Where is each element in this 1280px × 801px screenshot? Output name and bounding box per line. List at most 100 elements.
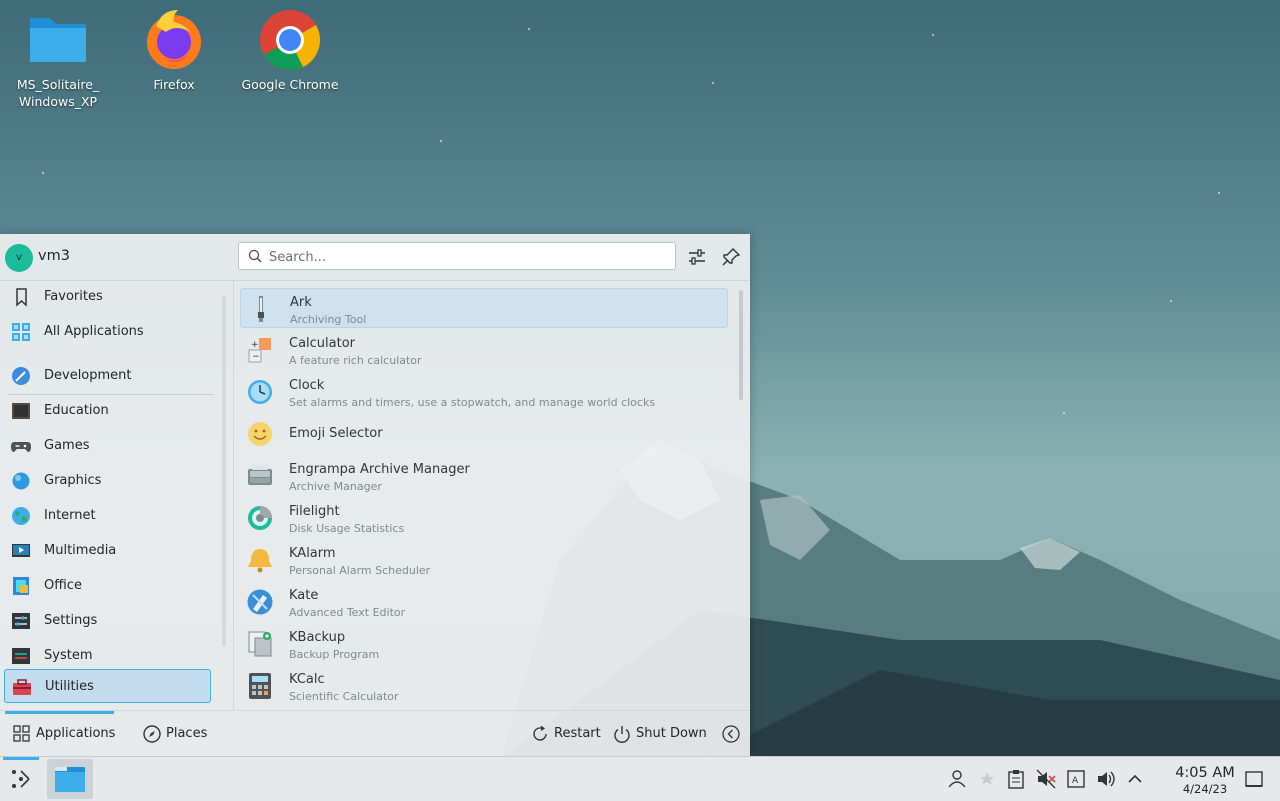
app-description: Personal Alarm Scheduler bbox=[289, 564, 431, 577]
task-file-manager[interactable] bbox=[47, 759, 93, 799]
file-manager-icon bbox=[55, 767, 85, 792]
desktop-icon-label: Google Chrome bbox=[241, 77, 339, 92]
app-name: Ark bbox=[290, 295, 312, 310]
app-name: Clock bbox=[289, 378, 325, 393]
development-icon bbox=[12, 367, 30, 385]
app-ark[interactable]: Ark Archiving Tool bbox=[240, 288, 728, 328]
category-office[interactable]: Office bbox=[4, 569, 211, 603]
app-kate[interactable]: Kate Advanced Text Editor bbox=[240, 582, 728, 622]
category-education[interactable]: Education bbox=[4, 394, 211, 428]
user-icon[interactable] bbox=[946, 768, 968, 790]
category-label: Internet bbox=[44, 508, 96, 523]
desktop-icon-solitaire[interactable]: MS_Solitaire_ Windows_XP bbox=[8, 8, 108, 110]
search-icon bbox=[248, 249, 262, 263]
category-favorites[interactable]: Favorites bbox=[4, 280, 211, 314]
grid-icon bbox=[12, 323, 30, 341]
folder-icon bbox=[30, 18, 86, 62]
desktop-icon-firefox[interactable]: Firefox bbox=[124, 8, 224, 93]
app-description: Archiving Tool bbox=[290, 313, 367, 326]
app-kalarm[interactable]: KAlarm Personal Alarm Scheduler bbox=[240, 540, 728, 580]
app-description: Archive Manager bbox=[289, 480, 382, 493]
leave-more-icon[interactable] bbox=[721, 724, 741, 744]
app-description: Set alarms and timers, use a stopwatch, … bbox=[289, 396, 656, 409]
launcher-button[interactable] bbox=[0, 757, 42, 801]
show-desktop-icon[interactable] bbox=[1243, 768, 1265, 790]
mute-icon[interactable] bbox=[1035, 768, 1057, 790]
tab-label: Places bbox=[166, 726, 208, 741]
category-settings[interactable]: Settings bbox=[4, 604, 211, 638]
graphics-icon bbox=[12, 472, 30, 490]
app-name: Emoji Selector bbox=[289, 426, 383, 441]
search-box[interactable] bbox=[238, 242, 676, 270]
app-kcalc[interactable]: KCalc Scientific Calculator bbox=[240, 666, 728, 706]
bookmark-icon bbox=[16, 288, 27, 307]
pin-icon[interactable] bbox=[719, 245, 743, 269]
app-filelight[interactable]: Filelight Disk Usage Statistics bbox=[240, 498, 728, 538]
app-name: Kate bbox=[289, 588, 319, 603]
category-label: Graphics bbox=[44, 473, 102, 488]
network-icon[interactable] bbox=[976, 768, 998, 790]
configure-icon[interactable] bbox=[685, 245, 709, 269]
app-name: Calculator bbox=[289, 336, 356, 351]
restart-button[interactable]: Restart bbox=[530, 722, 601, 746]
app-emoji-selector[interactable]: Emoji Selector bbox=[240, 414, 728, 454]
desktop-icon-chrome[interactable]: Google Chrome bbox=[240, 8, 340, 93]
tab-applications[interactable]: Applications bbox=[12, 722, 116, 746]
category-label: Games bbox=[44, 438, 90, 453]
app-description: Scientific Calculator bbox=[289, 690, 399, 703]
category-all-applications[interactable]: All Applications bbox=[4, 315, 211, 349]
category-graphics[interactable]: Graphics bbox=[4, 464, 211, 498]
category-list: Favorites All Applications Development E… bbox=[0, 280, 216, 710]
globe-icon bbox=[12, 507, 30, 525]
category-utilities[interactable]: Utilities bbox=[4, 669, 211, 703]
launcher-footer: Applications Places Restart Shut Down bbox=[0, 710, 750, 757]
category-system[interactable]: System bbox=[4, 639, 211, 673]
category-scrollbar[interactable] bbox=[222, 296, 226, 646]
shutdown-button[interactable]: Shut Down bbox=[612, 722, 707, 746]
kcalc-icon bbox=[249, 673, 271, 699]
power-icon bbox=[614, 726, 630, 743]
tab-places[interactable]: Places bbox=[142, 722, 212, 746]
button-label: Shut Down bbox=[636, 726, 707, 741]
category-label: All Applications bbox=[44, 324, 144, 339]
category-internet[interactable]: Internet bbox=[4, 499, 211, 533]
applications-grid-icon bbox=[13, 725, 30, 742]
clipboard-icon[interactable] bbox=[1005, 768, 1027, 790]
taskbar: A 4:05 AM 4/24/23 bbox=[0, 756, 1280, 801]
app-kbackup[interactable]: KBackup Backup Program bbox=[240, 624, 728, 664]
search-input[interactable] bbox=[267, 245, 671, 269]
gamepad-icon bbox=[11, 442, 31, 452]
kde-launcher-icon bbox=[12, 770, 30, 788]
desktop-icon-label: MS_Solitaire_ bbox=[16, 77, 100, 92]
category-games[interactable]: Games bbox=[4, 429, 211, 463]
multimedia-icon bbox=[12, 544, 30, 557]
app-list-scrollbar[interactable] bbox=[739, 290, 743, 400]
chevron-up-icon[interactable] bbox=[1124, 768, 1146, 790]
backup-icon bbox=[248, 631, 272, 657]
app-engrampa[interactable]: Engrampa Archive Manager Archive Manager bbox=[240, 456, 728, 496]
keyboard-layout-icon[interactable]: A bbox=[1065, 768, 1087, 790]
svg-text:A: A bbox=[1072, 776, 1079, 786]
username: vm3 bbox=[38, 248, 70, 264]
filelight-icon bbox=[248, 506, 272, 530]
svg-text:−: − bbox=[252, 352, 260, 362]
volume-icon[interactable] bbox=[1095, 768, 1117, 790]
compass-icon bbox=[143, 725, 161, 743]
category-development[interactable]: Development bbox=[4, 359, 211, 393]
kate-icon bbox=[247, 589, 273, 615]
app-name: KBackup bbox=[289, 630, 346, 645]
calculator-icon: +− bbox=[248, 338, 271, 363]
category-label: Settings bbox=[44, 613, 98, 628]
app-name: KCalc bbox=[289, 672, 325, 687]
app-description: Advanced Text Editor bbox=[289, 606, 406, 619]
education-icon bbox=[12, 403, 30, 419]
chrome-icon bbox=[260, 10, 321, 70]
settings-icon bbox=[12, 613, 30, 629]
app-clock[interactable]: Clock Set alarms and timers, use a stopw… bbox=[240, 372, 728, 412]
category-label: Favorites bbox=[44, 289, 103, 304]
app-calculator[interactable]: + − Calculator A feature rich calculator bbox=[240, 330, 728, 370]
avatar[interactable]: v bbox=[5, 244, 33, 272]
category-multimedia[interactable]: Multimedia bbox=[4, 534, 211, 568]
clock-icon bbox=[248, 380, 272, 404]
application-launcher: v vm3 Favorites All Applications bbox=[0, 234, 750, 756]
